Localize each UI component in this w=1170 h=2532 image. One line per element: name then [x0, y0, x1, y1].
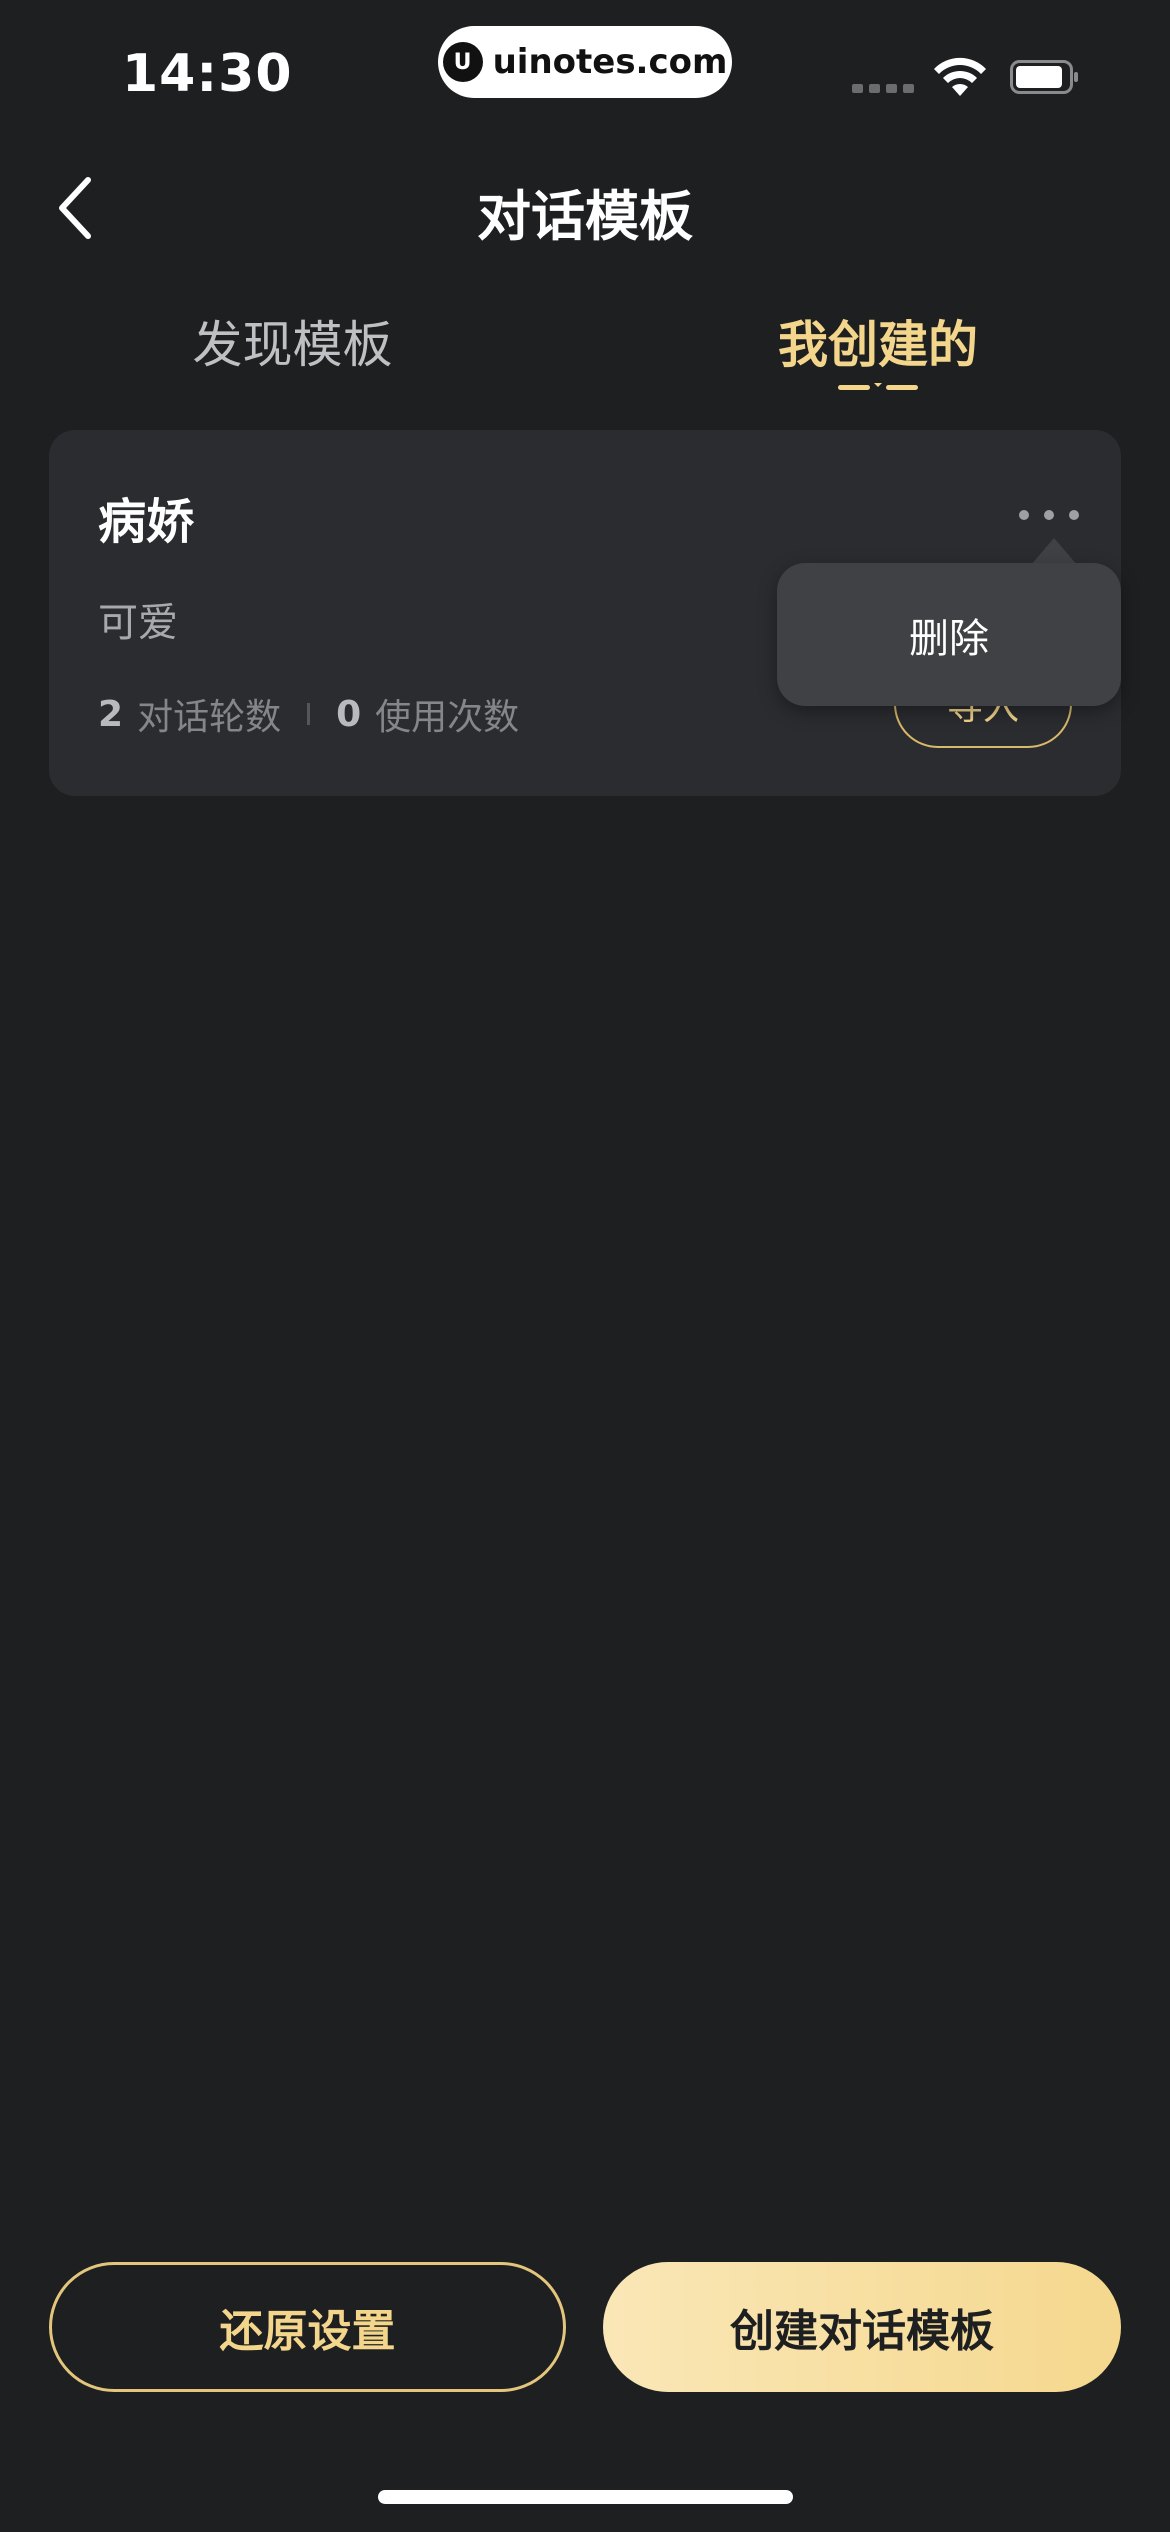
screen: 14:30 U uinotes.com 对话模板 发现模板 我创建的 病娇 可爱… — [0, 0, 1170, 2532]
template-title: 病娇 — [98, 494, 195, 550]
watermark-badge: U uinotes.com — [438, 26, 732, 98]
delete-menu-item[interactable]: 删除 — [909, 606, 989, 664]
rounds-count: 2 — [98, 693, 124, 735]
usage-label: 使用次数 — [375, 697, 520, 738]
popover-menu: 删除 — [777, 563, 1121, 706]
status-time: 14:30 — [122, 44, 293, 104]
watermark-text: uinotes.com — [492, 42, 728, 82]
popover-arrow — [1030, 538, 1078, 566]
wifi-icon — [934, 57, 986, 96]
create-template-button[interactable]: 创建对话模板 — [603, 2262, 1121, 2392]
tab-my-created[interactable]: 我创建的 — [733, 305, 1023, 377]
template-description: 可爱 — [98, 600, 178, 646]
usage-count: 0 — [336, 693, 362, 735]
more-dots-icon[interactable] — [1019, 500, 1079, 530]
home-indicator — [378, 2490, 793, 2504]
page-title: 对话模板 — [477, 185, 693, 248]
template-stats: 2 对话轮数 0 使用次数 — [98, 688, 519, 740]
battery-icon — [1010, 60, 1078, 94]
reset-settings-button[interactable]: 还原设置 — [49, 2262, 566, 2392]
watermark-logo-icon: U — [442, 42, 483, 82]
rounds-label: 对话轮数 — [137, 697, 282, 738]
cellular-icon — [852, 84, 914, 93]
tab-active-indicator — [838, 383, 918, 390]
stats-divider — [307, 703, 311, 725]
tab-discover-templates[interactable]: 发现模板 — [150, 305, 435, 377]
